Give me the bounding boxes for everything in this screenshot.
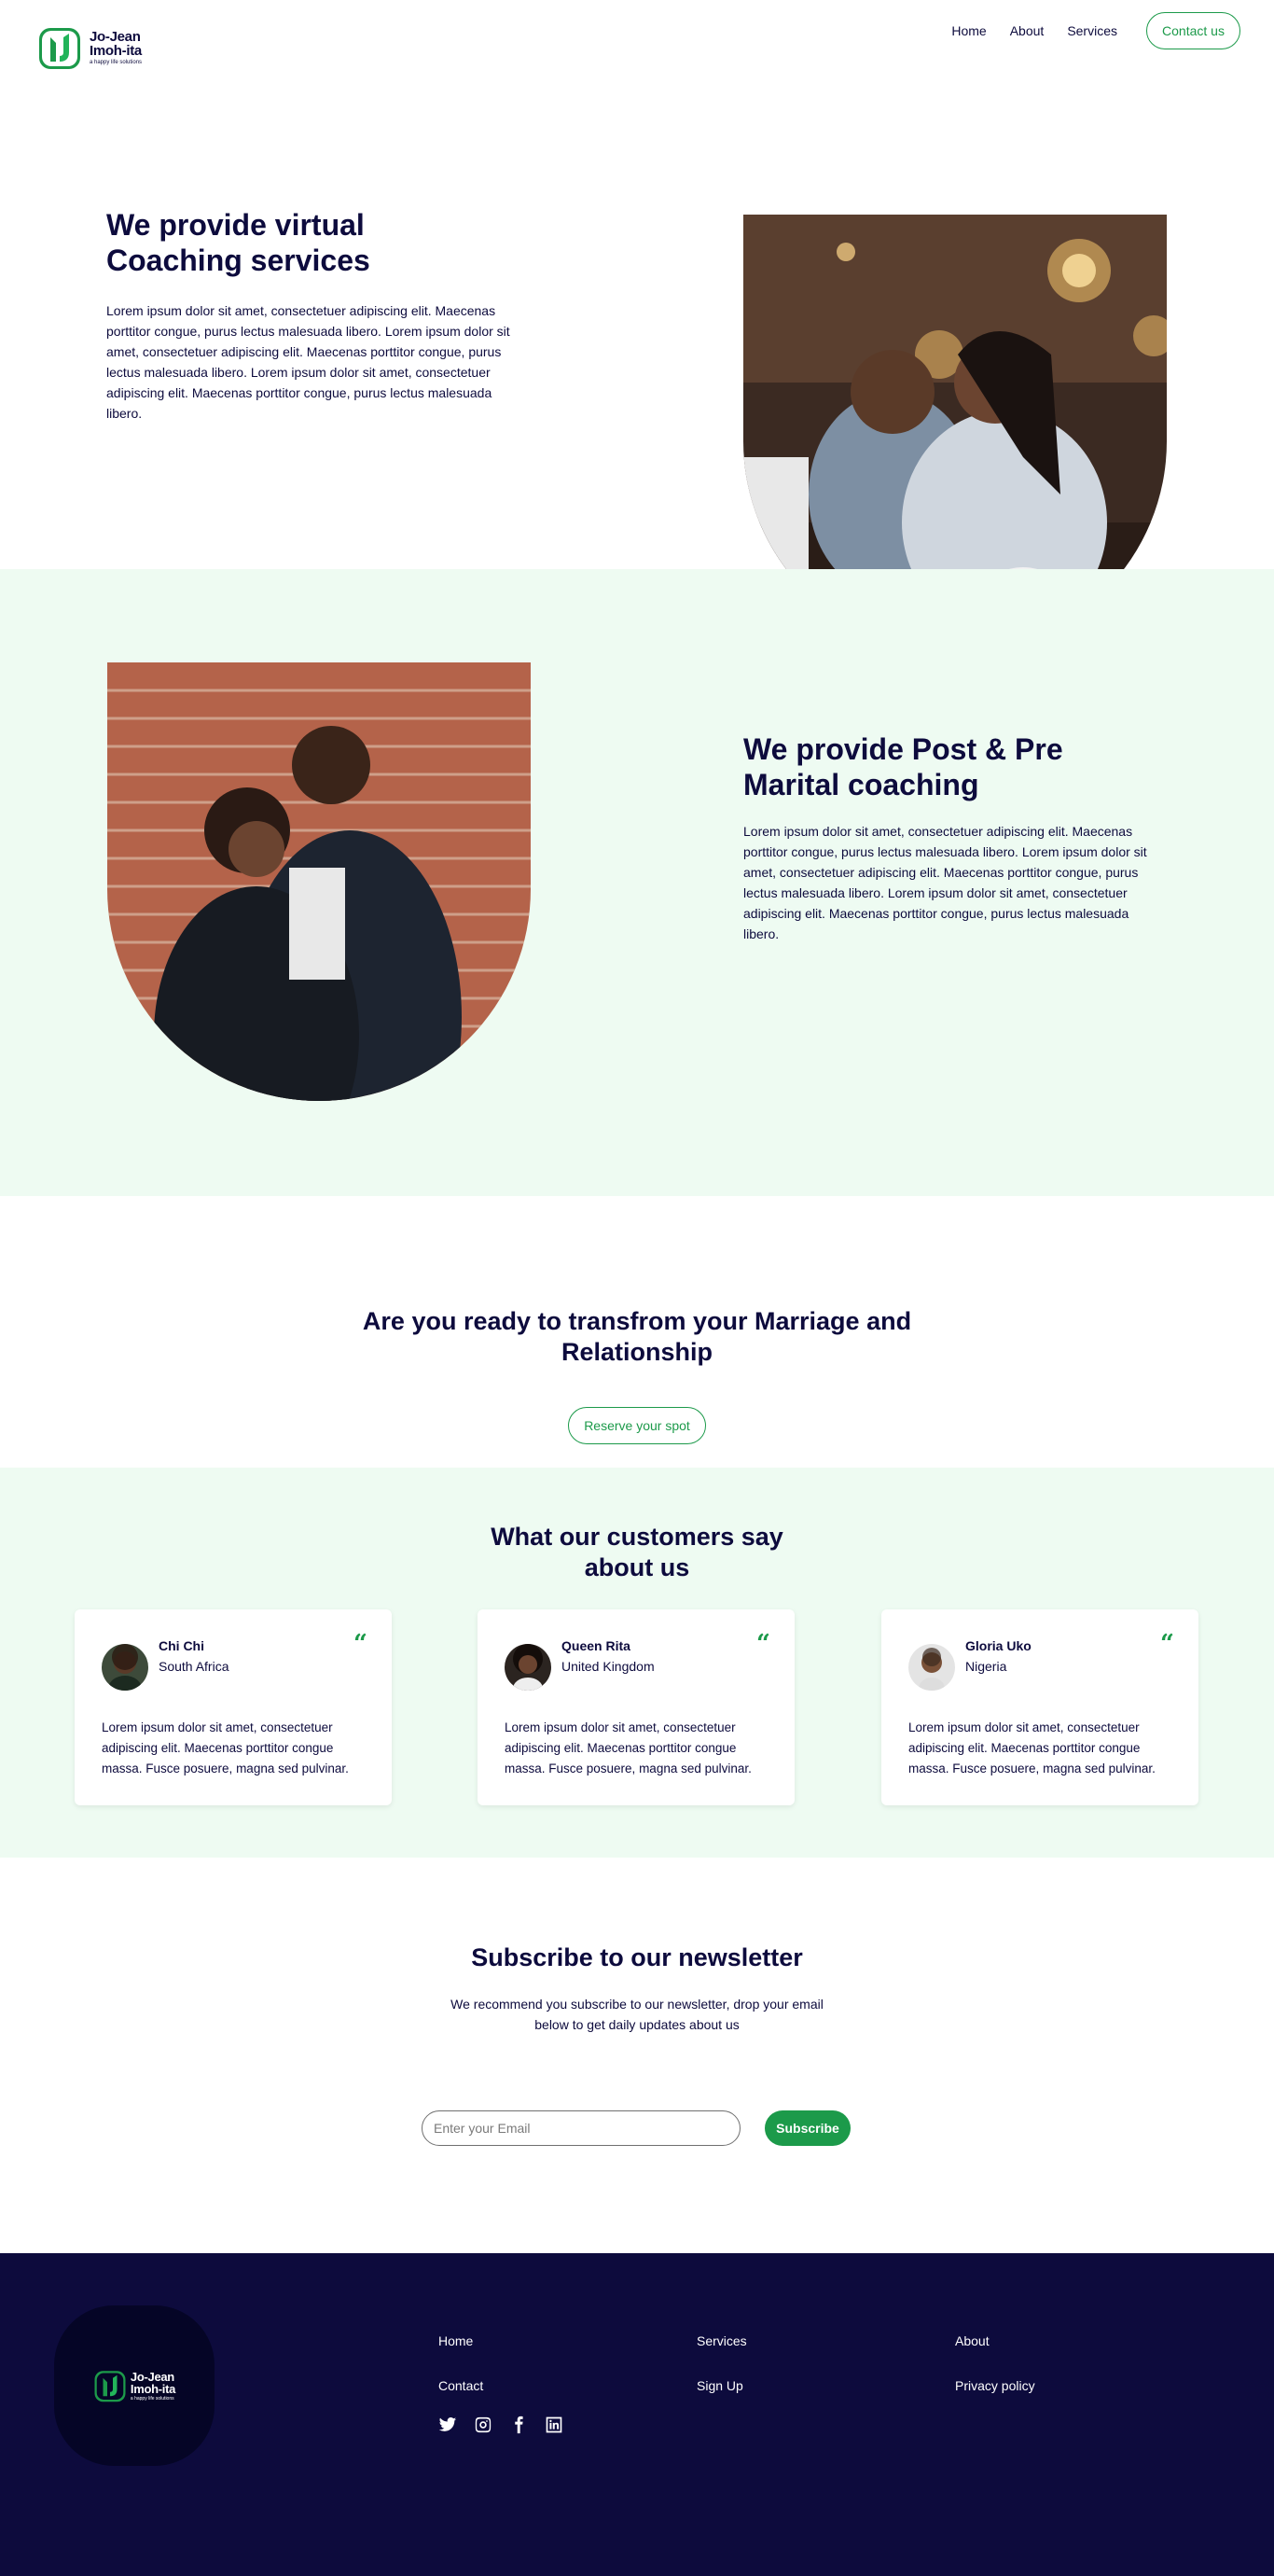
nav-home-link[interactable]: Home [951, 23, 986, 38]
twitter-icon[interactable] [438, 2416, 457, 2434]
main-nav: Home About Services Contact us [951, 12, 1240, 49]
site-header: Jo-Jean Imoh-ita a happy life solutions … [0, 0, 1274, 103]
title-line: Are you ready to transfrom your Marriage… [362, 1307, 912, 1335]
avatar [908, 1644, 955, 1691]
email-input[interactable] [422, 2110, 741, 2146]
avatar [102, 1644, 148, 1691]
logo-mark-icon [39, 28, 80, 69]
testimonial-card: Queen Rita United Kingdom “ Lorem ipsum … [478, 1609, 795, 1805]
contact-us-button[interactable]: Contact us [1146, 12, 1240, 49]
cta-title: Are you ready to transfrom your Marriage… [0, 1306, 1274, 1368]
title-line: Relationship [561, 1338, 713, 1366]
couple-brickwall-image [107, 662, 531, 1101]
quote-icon: “ [353, 1630, 367, 1658]
testimonial-text: Lorem ipsum dolor sit amet, consectetuer… [102, 1720, 349, 1775]
footer-about-link[interactable]: About [955, 2333, 990, 2348]
nav-about-link[interactable]: About [1010, 23, 1045, 38]
testimonials-section: What our customers say about us Chi Chi … [0, 1468, 1274, 1858]
title-line: We provide Post & Pre [743, 732, 1063, 766]
footer-contact-link[interactable]: Contact [438, 2378, 483, 2393]
quote-icon: “ [1160, 1630, 1174, 1658]
facebook-icon[interactable] [509, 2416, 528, 2434]
title-line: We provide virtual [106, 208, 365, 242]
couple-brickwall-photo [107, 662, 531, 1101]
marital-coaching-title: We provide Post & Pre Marital coaching [743, 731, 1163, 802]
marital-coaching-section: We provide Post & Pre Marital coaching L… [0, 569, 1274, 1196]
title-line: about us [584, 1553, 690, 1581]
logo-text: Jo-Jean Imoh-ita a happy life solutions [131, 2371, 175, 2402]
title-line: Coaching services [106, 244, 370, 277]
testimonials-title: What our customers say about us [0, 1522, 1274, 1583]
virtual-coaching-section: We provide virtual Coaching services Lor… [0, 103, 1274, 653]
brand-name-line1: Jo-Jean [130, 2369, 174, 2384]
brand-name-line2: Imoh-ita [130, 2381, 176, 2396]
linkedin-icon[interactable] [545, 2416, 563, 2434]
marital-coaching-body: Lorem ipsum dolor sit amet, consectetuer… [743, 824, 1147, 941]
nav-services-link[interactable]: Services [1067, 23, 1117, 38]
site-footer: Jo-Jean Imoh-ita a happy life solutions … [0, 2253, 1274, 2576]
newsletter-section: Subscribe to our newsletter We recommend… [0, 1858, 1274, 2253]
customer-name: Chi Chi [159, 1638, 204, 1653]
marital-coaching-text: We provide Post & Pre Marital coaching L… [743, 731, 1163, 944]
footer-signup-link[interactable]: Sign Up [697, 2378, 743, 2393]
footer-logo[interactable]: Jo-Jean Imoh-ita a happy life solutions [54, 2305, 215, 2466]
title-line: What our customers say [491, 1523, 783, 1551]
footer-privacy-link[interactable]: Privacy policy [955, 2378, 1035, 2393]
virtual-coaching-text: We provide virtual Coaching services Lor… [106, 207, 526, 424]
reserve-spot-button[interactable]: Reserve your spot [568, 1407, 706, 1444]
testimonial-card: Gloria Uko Nigeria “ Lorem ipsum dolor s… [881, 1609, 1198, 1805]
customer-location: United Kingdom [561, 1659, 655, 1674]
cta-section: Are you ready to transfrom your Marriage… [0, 1196, 1274, 1468]
logo-mark-icon [94, 2371, 126, 2402]
instagram-icon[interactable] [474, 2416, 492, 2434]
logo-text: Jo-Jean Imoh-ita a happy life solutions [90, 30, 142, 65]
footer-home-link[interactable]: Home [438, 2333, 473, 2348]
quote-icon: “ [756, 1630, 770, 1658]
testimonial-text: Lorem ipsum dolor sit amet, consectetuer… [505, 1720, 752, 1775]
avatar-image [102, 1644, 148, 1691]
avatar-image [505, 1644, 551, 1691]
social-links [438, 2416, 563, 2434]
virtual-coaching-body: Lorem ipsum dolor sit amet, consectetuer… [106, 303, 510, 421]
brand-name-line2: Imoh-ita [90, 43, 142, 59]
virtual-coaching-title: We provide virtual Coaching services [106, 207, 526, 278]
customer-location: South Africa [159, 1659, 229, 1674]
subscribe-button[interactable]: Subscribe [765, 2110, 851, 2146]
customer-name: Queen Rita [561, 1638, 630, 1653]
brand-tagline: a happy life solutions [90, 60, 143, 65]
newsletter-title: Subscribe to our newsletter [471, 1943, 803, 1971]
brand-logo[interactable]: Jo-Jean Imoh-ita a happy life solutions [37, 24, 142, 71]
title-line: Marital coaching [743, 768, 979, 801]
avatar-image [908, 1644, 955, 1691]
footer-services-link[interactable]: Services [697, 2333, 747, 2348]
brand-name-line1: Jo-Jean [90, 29, 141, 45]
customer-location: Nigeria [965, 1659, 1007, 1674]
newsletter-subtitle: We recommend you subscribe to our newsle… [450, 1997, 824, 2032]
brand-tagline: a happy life solutions [130, 2395, 174, 2402]
testimonial-card: Chi Chi South Africa “ Lorem ipsum dolor… [75, 1609, 392, 1805]
customer-name: Gloria Uko [965, 1638, 1032, 1653]
testimonial-text: Lorem ipsum dolor sit amet, consectetuer… [908, 1720, 1156, 1775]
avatar [505, 1644, 551, 1691]
